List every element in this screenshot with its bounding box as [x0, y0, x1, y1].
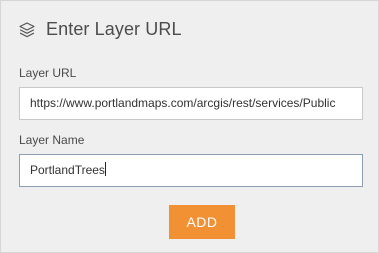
- panel-header: Enter Layer URL: [18, 19, 182, 40]
- layer-url-label: Layer URL: [19, 66, 77, 80]
- add-button[interactable]: ADD: [169, 205, 235, 239]
- layer-name-input[interactable]: PortlandTrees: [19, 154, 363, 187]
- layer-name-value: PortlandTrees: [30, 163, 105, 177]
- layers-icon: [18, 21, 36, 39]
- layer-url-input[interactable]: https://www.portlandmaps.com/arcgis/rest…: [19, 87, 363, 120]
- panel-title: Enter Layer URL: [46, 19, 182, 39]
- layer-name-label: Layer Name: [19, 133, 85, 147]
- layer-url-value: https://www.portlandmaps.com/arcgis/rest…: [30, 96, 336, 110]
- enter-layer-url-panel: Enter Layer URL Layer URL https://www.po…: [0, 0, 379, 253]
- text-caret: [104, 162, 106, 176]
